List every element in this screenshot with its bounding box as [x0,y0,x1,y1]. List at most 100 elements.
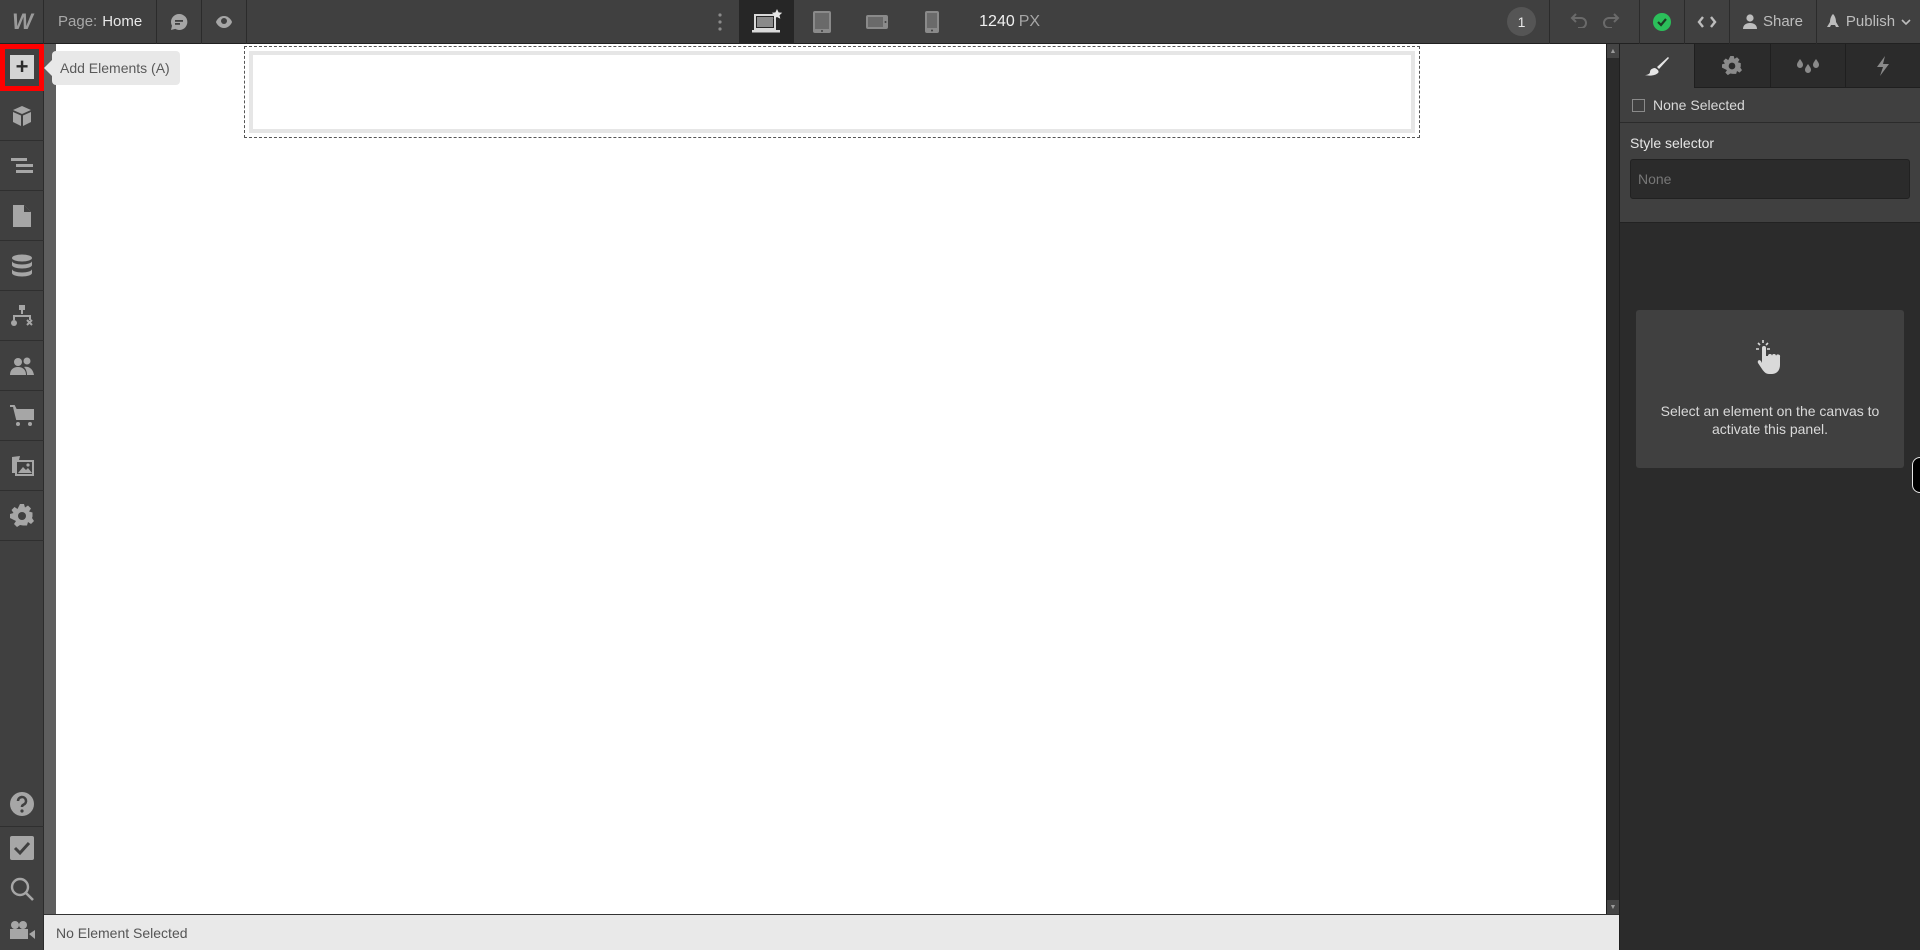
page-prefix: Page: [58,13,98,30]
phone-landscape-icon [865,14,888,29]
collaborator-count-badge: 1 [1507,7,1536,36]
question-icon [10,791,34,816]
panel-edge-handle[interactable] [1912,457,1920,493]
webflow-logo[interactable]: W [0,0,44,44]
publish-button[interactable]: Publish [1817,0,1920,44]
vertical-dots-icon [718,12,722,31]
page-switcher[interactable]: Page: Home [44,0,158,44]
breakpoint-switcher: 1240 PX [701,0,1040,44]
panel-tabs [1620,44,1920,88]
tab-interactions[interactable] [1844,44,1920,88]
help-button[interactable] [0,781,44,827]
audit-button[interactable] [0,827,44,868]
search-button[interactable] [0,868,44,909]
add-elements-tooltip: Add Elements (A) [44,51,180,85]
preview-button[interactable] [202,0,248,44]
search-icon [10,877,34,901]
page-name: Home [102,13,143,30]
components-button[interactable] [0,91,44,141]
undo-button[interactable] [1570,12,1588,32]
scroll-down-arrow[interactable]: ▼ [1607,900,1619,914]
redo-button[interactable] [1602,12,1620,32]
breakpoint-desktop[interactable] [739,0,795,44]
empty-state-message: Select an element on the canvas to activ… [1660,403,1880,437]
eye-icon [216,15,233,28]
style-selector-input[interactable]: None [1630,159,1910,199]
section-inner [249,51,1415,133]
pointer-hand-icon [1756,340,1781,374]
gear-icon [10,503,34,527]
tab-style[interactable] [1620,44,1695,88]
plus-icon: + [10,55,34,79]
more-breakpoints-button[interactable] [701,0,739,44]
cms-button[interactable] [0,241,44,291]
selection-status: No Element Selected [56,924,188,941]
checkbox-icon [10,835,34,860]
chevron-down-icon [1901,18,1911,25]
page-icon [13,204,31,227]
brush-icon [1645,57,1670,76]
add-elements-button[interactable]: + [0,43,44,91]
tab-style-manager[interactable] [1769,44,1845,88]
comments-button[interactable] [157,0,203,44]
canvas-section-placeholder[interactable] [244,46,1420,138]
users-button[interactable] [0,341,44,391]
cube-icon [13,105,31,126]
left-toolbar: + [0,43,44,950]
users-icon [10,357,34,375]
canvas-scrollbar[interactable]: ▲ ▼ [1606,44,1619,914]
breakpoint-mobile-portrait[interactable] [904,0,959,44]
video-icon [10,920,35,939]
rocket-icon [1826,14,1839,27]
code-export-button[interactable] [1685,0,1730,44]
selection-label: None Selected [1653,97,1745,113]
bolt-icon [1876,55,1889,76]
scroll-up-arrow[interactable]: ▲ [1607,44,1619,58]
canvas-width-readout[interactable]: 1240 PX [979,13,1040,31]
canvas-width-unit: PX [1018,12,1041,30]
settings-button[interactable] [0,491,44,541]
breakpoint-mobile-landscape[interactable] [849,0,904,44]
laptop-star-icon [751,8,782,32]
site-status[interactable] [1640,0,1685,44]
breakpoint-tablet[interactable] [794,0,849,44]
publish-label: Publish [1845,13,1896,30]
undo-icon [1570,12,1587,29]
database-icon [12,254,32,276]
cart-icon [10,404,34,426]
share-button[interactable]: Share [1730,0,1817,44]
undo-redo-group [1550,0,1640,44]
check-circle-icon [1653,12,1671,31]
left-toolbar-bottom [0,781,44,950]
phone-portrait-icon [924,10,939,33]
tab-settings[interactable] [1694,44,1770,88]
code-icon [1697,15,1717,28]
canvas-gutter [44,44,56,914]
collaborators[interactable]: 1 [1494,0,1550,44]
logic-button[interactable] [0,291,44,341]
style-selector-label: Style selector [1630,135,1715,151]
gear-icon [1722,55,1743,75]
navigator-icon [11,157,33,173]
design-canvas[interactable] [56,44,1606,914]
tablet-icon [812,10,831,33]
selection-checkbox[interactable] [1632,98,1645,112]
style-selector-section: Style selector None [1620,123,1920,223]
share-label: Share [1762,13,1804,30]
flow-icon [11,304,33,326]
highlight-box: + [0,43,44,91]
top-bar: W Page: Home 1240 PX 1 Share Publish [0,0,1920,44]
empty-state-card: Select an element on the canvas to activ… [1636,310,1904,468]
comment-icon [171,13,188,30]
drops-icon [1796,58,1819,73]
ecommerce-button[interactable] [0,391,44,441]
user-icon [1742,14,1757,29]
images-icon [12,455,34,476]
status-bar: No Element Selected [44,914,1619,950]
pages-button[interactable] [0,191,44,241]
assets-button[interactable] [0,441,44,491]
selection-row: None Selected [1620,88,1920,123]
navigator-button[interactable] [0,141,44,191]
video-tutorials-button[interactable] [0,909,44,950]
canvas-width-value: 1240 [979,12,1015,30]
